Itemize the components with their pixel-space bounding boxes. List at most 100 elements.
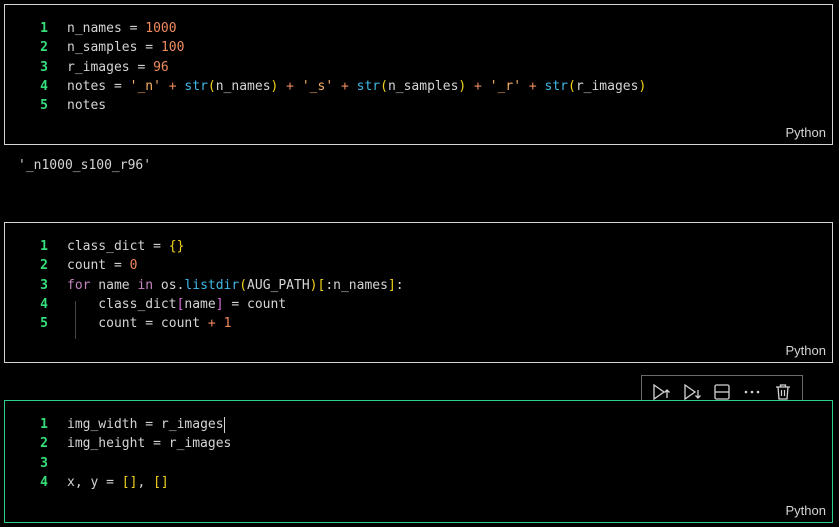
code-token: n_names	[67, 21, 130, 36]
code-line[interactable]: 2 n_samples = 100	[5, 38, 832, 57]
code-token: img_width	[67, 417, 146, 432]
split-cell-icon	[714, 383, 730, 400]
code-token: (	[568, 78, 576, 94]
code-text: r_images = 96	[67, 58, 169, 77]
code-token: n_names	[215, 78, 271, 94]
code-token: +	[521, 78, 545, 94]
line-number: 3	[40, 59, 48, 75]
code-token: =	[153, 239, 161, 254]
code-token: =	[113, 258, 122, 274]
code-token: img_height	[67, 436, 154, 452]
code-token: (	[239, 277, 248, 293]
code-token: for	[67, 277, 91, 293]
code-token: 0	[129, 258, 138, 274]
code-cell-1[interactable]: 1 n_names = 1000 2 n_samples = 100 3 r_images…	[4, 4, 833, 145]
code-token: str	[184, 78, 208, 94]
code-token: r_images	[153, 417, 224, 432]
code-token: r_images	[67, 59, 138, 75]
line-number: 2	[40, 40, 48, 56]
line-number: 4	[40, 474, 48, 490]
code-line[interactable]: 1 n_names = 1000	[5, 19, 832, 38]
code-token: :n_names	[325, 277, 388, 293]
code-token: '_n'	[129, 78, 161, 94]
code-token: )	[309, 277, 318, 293]
code-cell-3[interactable]: 1 img_width = r_images 2 img_height = r_ima…	[4, 400, 833, 523]
code-token: {}	[168, 239, 185, 254]
code-token: =	[153, 436, 161, 452]
code-token: count	[67, 258, 114, 274]
code-token: +	[278, 78, 302, 94]
code-line[interactable]: 1 class_dict = {}	[5, 237, 832, 256]
code-token: str	[544, 78, 568, 94]
code-token: ,	[137, 474, 154, 490]
line-number: 2	[40, 436, 48, 452]
cell-language-label[interactable]: Python	[786, 343, 826, 358]
code-token: 100	[160, 40, 185, 56]
code-text: n_samples = 100	[67, 38, 184, 57]
code-token: class_dict	[67, 239, 154, 254]
code-text: img_width = r_images	[67, 415, 225, 434]
code-line[interactable]: 5 notes	[5, 96, 832, 115]
line-number: 2	[40, 258, 48, 274]
code-token: +	[333, 78, 357, 94]
code-line[interactable]: 3 r_images = 96	[5, 58, 832, 77]
line-number: 1	[40, 239, 48, 254]
line-number: 3	[40, 455, 48, 471]
cell-language-label[interactable]: Python	[786, 503, 826, 518]
code-token: +	[466, 78, 490, 94]
code-token: count	[67, 316, 146, 332]
code-token: x, y	[67, 474, 107, 490]
code-token: ]	[215, 296, 224, 312]
code-token: +	[160, 78, 185, 94]
code-token: 96	[153, 59, 169, 75]
code-text: count = 0	[67, 256, 137, 275]
code-token: []	[153, 474, 169, 490]
code-line[interactable]: 1 img_width = r_images	[5, 415, 832, 434]
code-token: n_samples	[67, 40, 146, 56]
line-number: 4	[40, 296, 48, 312]
code-token: []	[121, 474, 138, 490]
line-number: 5	[40, 98, 48, 114]
code-token: name	[90, 277, 138, 293]
code-line[interactable]: 4 class_dict[name] = count	[5, 295, 832, 314]
cell-language-label[interactable]: Python	[786, 125, 826, 140]
code-token: )	[638, 78, 647, 94]
text-cursor	[223, 416, 225, 433]
code-token: n_samples	[387, 78, 459, 94]
more-actions-icon	[745, 390, 760, 393]
code-token: (	[380, 78, 388, 94]
code-line[interactable]: 3 for name in os.listdir(AUG_PATH)[:n_nam…	[5, 276, 832, 295]
code-token: =	[145, 40, 154, 56]
code-token: count	[153, 316, 208, 332]
code-token: +	[207, 316, 216, 332]
code-token: in	[137, 277, 154, 293]
code-line[interactable]: 4 notes = '_n' + str(n_names) + '_s' + st…	[5, 77, 832, 96]
code-token: r_images	[160, 436, 232, 452]
code-token: '_r'	[489, 78, 522, 94]
code-text: x, y = [], []	[67, 473, 169, 492]
code-token: r_images	[575, 78, 639, 94]
code-token: os.	[153, 277, 185, 293]
code-token: '_s'	[301, 78, 334, 94]
code-line[interactable]: 2 img_height = r_images	[5, 434, 832, 453]
code-token: = count	[223, 296, 287, 312]
code-line[interactable]: 4 x, y = [], []	[5, 473, 832, 492]
code-token: class_dict	[67, 296, 177, 312]
code-text: for name in os.listdir(AUG_PATH)[:n_name…	[67, 276, 404, 295]
code-text: notes = '_n' + str(n_names) + '_s' + str…	[67, 77, 646, 96]
line-number: 3	[40, 277, 48, 293]
code-line[interactable]: 5 count = count + 1	[5, 314, 832, 333]
code-token: name	[184, 296, 216, 312]
code-token: listdir	[184, 277, 240, 293]
code-line[interactable]: 2 count = 0	[5, 256, 832, 275]
code-text: class_dict = {}	[67, 237, 184, 256]
line-number: 1	[40, 417, 48, 432]
code-line[interactable]: 3	[5, 454, 832, 473]
code-cell-2[interactable]: 1 class_dict = {} 2 count = 0 3 for name in o…	[4, 222, 833, 363]
code-token: 1000	[145, 21, 177, 36]
code-token: str	[356, 78, 381, 94]
